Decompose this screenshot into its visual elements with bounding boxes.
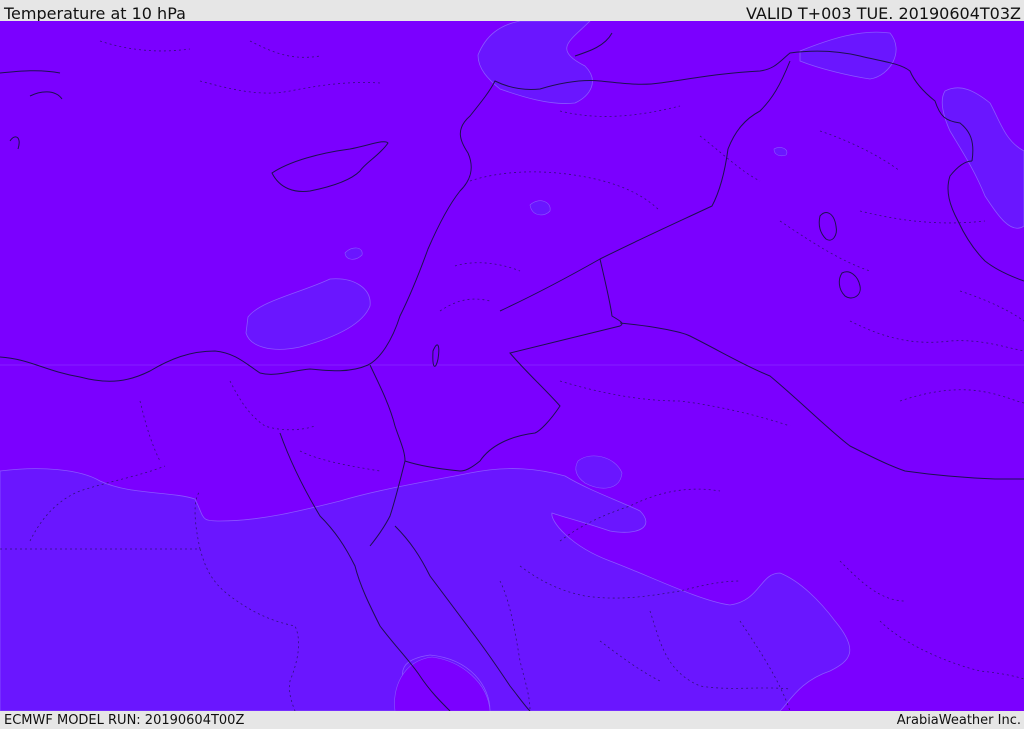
map-area[interactable] [0,21,1024,711]
footer-bar: ECMWF MODEL RUN: 20190604T00Z ArabiaWeat… [0,711,1024,729]
credit: ArabiaWeather Inc. [896,713,1021,728]
header-bar: Temperature at 10 hPa VALID T+003 TUE. 2… [0,0,1024,23]
temperature-map [0,21,1024,711]
model-run: ECMWF MODEL RUN: 20190604T00Z [4,713,245,728]
